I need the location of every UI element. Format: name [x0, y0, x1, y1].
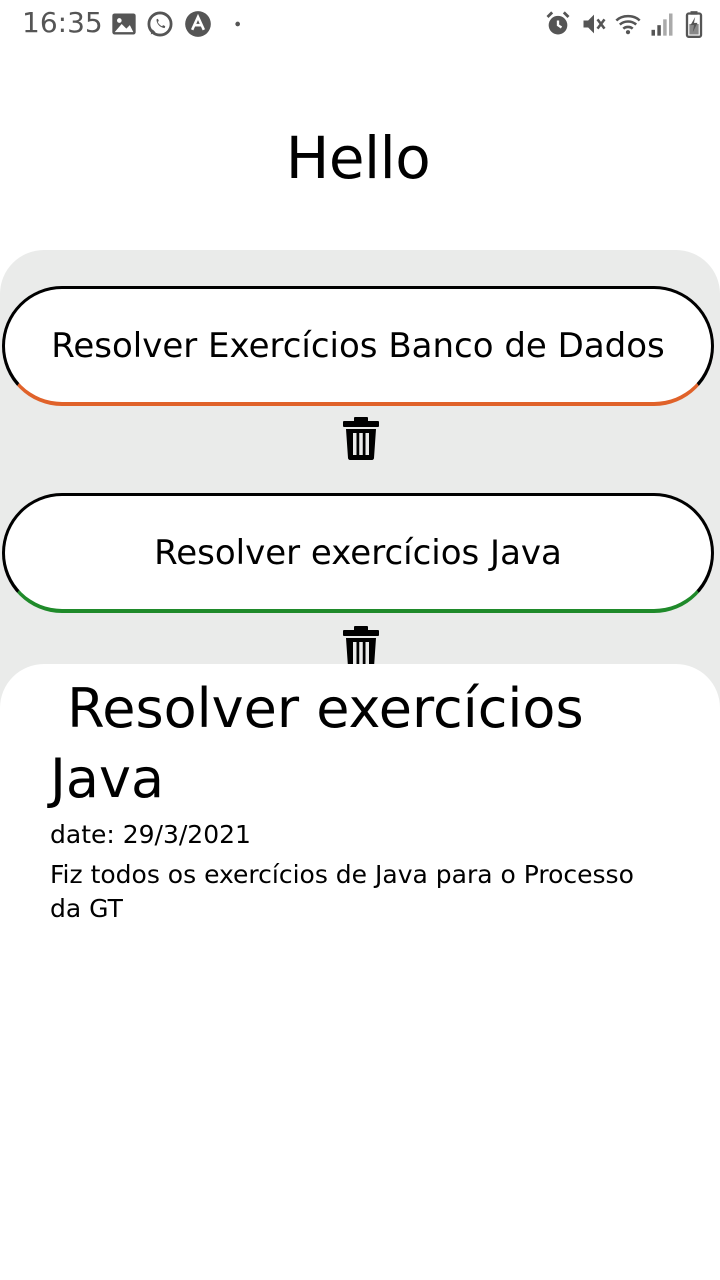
page-title: Hello: [285, 124, 431, 192]
task-label: Resolver exercícios Java: [154, 532, 562, 573]
battery-icon: [685, 11, 703, 38]
trash-icon[interactable]: [342, 416, 380, 460]
whatsapp-icon: [147, 11, 173, 37]
task-item-banco-de-dados[interactable]: Resolver Exercícios Banco de Dados: [2, 286, 714, 406]
task-list: Resolver Exercícios Banco de Dados Resol…: [0, 250, 720, 710]
signal-icon: [651, 13, 673, 36]
wifi-icon: [615, 14, 641, 35]
status-time: 16:35: [22, 6, 103, 39]
detail-description: Fiz todos os exercícios de Java para o P…: [50, 860, 634, 923]
app-notification-icon: [185, 11, 211, 37]
task-detail-sheet: Resolver exercícios Java date: 29/3/2021…: [0, 664, 720, 1280]
gallery-icon: [112, 13, 136, 35]
alarm-icon: [546, 11, 570, 35]
detail-title: Resolver exercícios Java: [50, 677, 601, 810]
app-screen: 16:35 Hello Resolver Exercícios Banco de…: [0, 0, 720, 1280]
detail-date: date: 29/3/2021: [50, 820, 251, 849]
task-label: Resolver Exercícios Banco de Dados: [51, 325, 665, 366]
trash-icon[interactable]: [342, 625, 380, 669]
status-bar: 16:35: [0, 0, 720, 50]
task-item-java[interactable]: Resolver exercícios Java: [2, 493, 714, 613]
mute-icon: [583, 14, 606, 34]
dot-icon: [235, 21, 240, 27]
